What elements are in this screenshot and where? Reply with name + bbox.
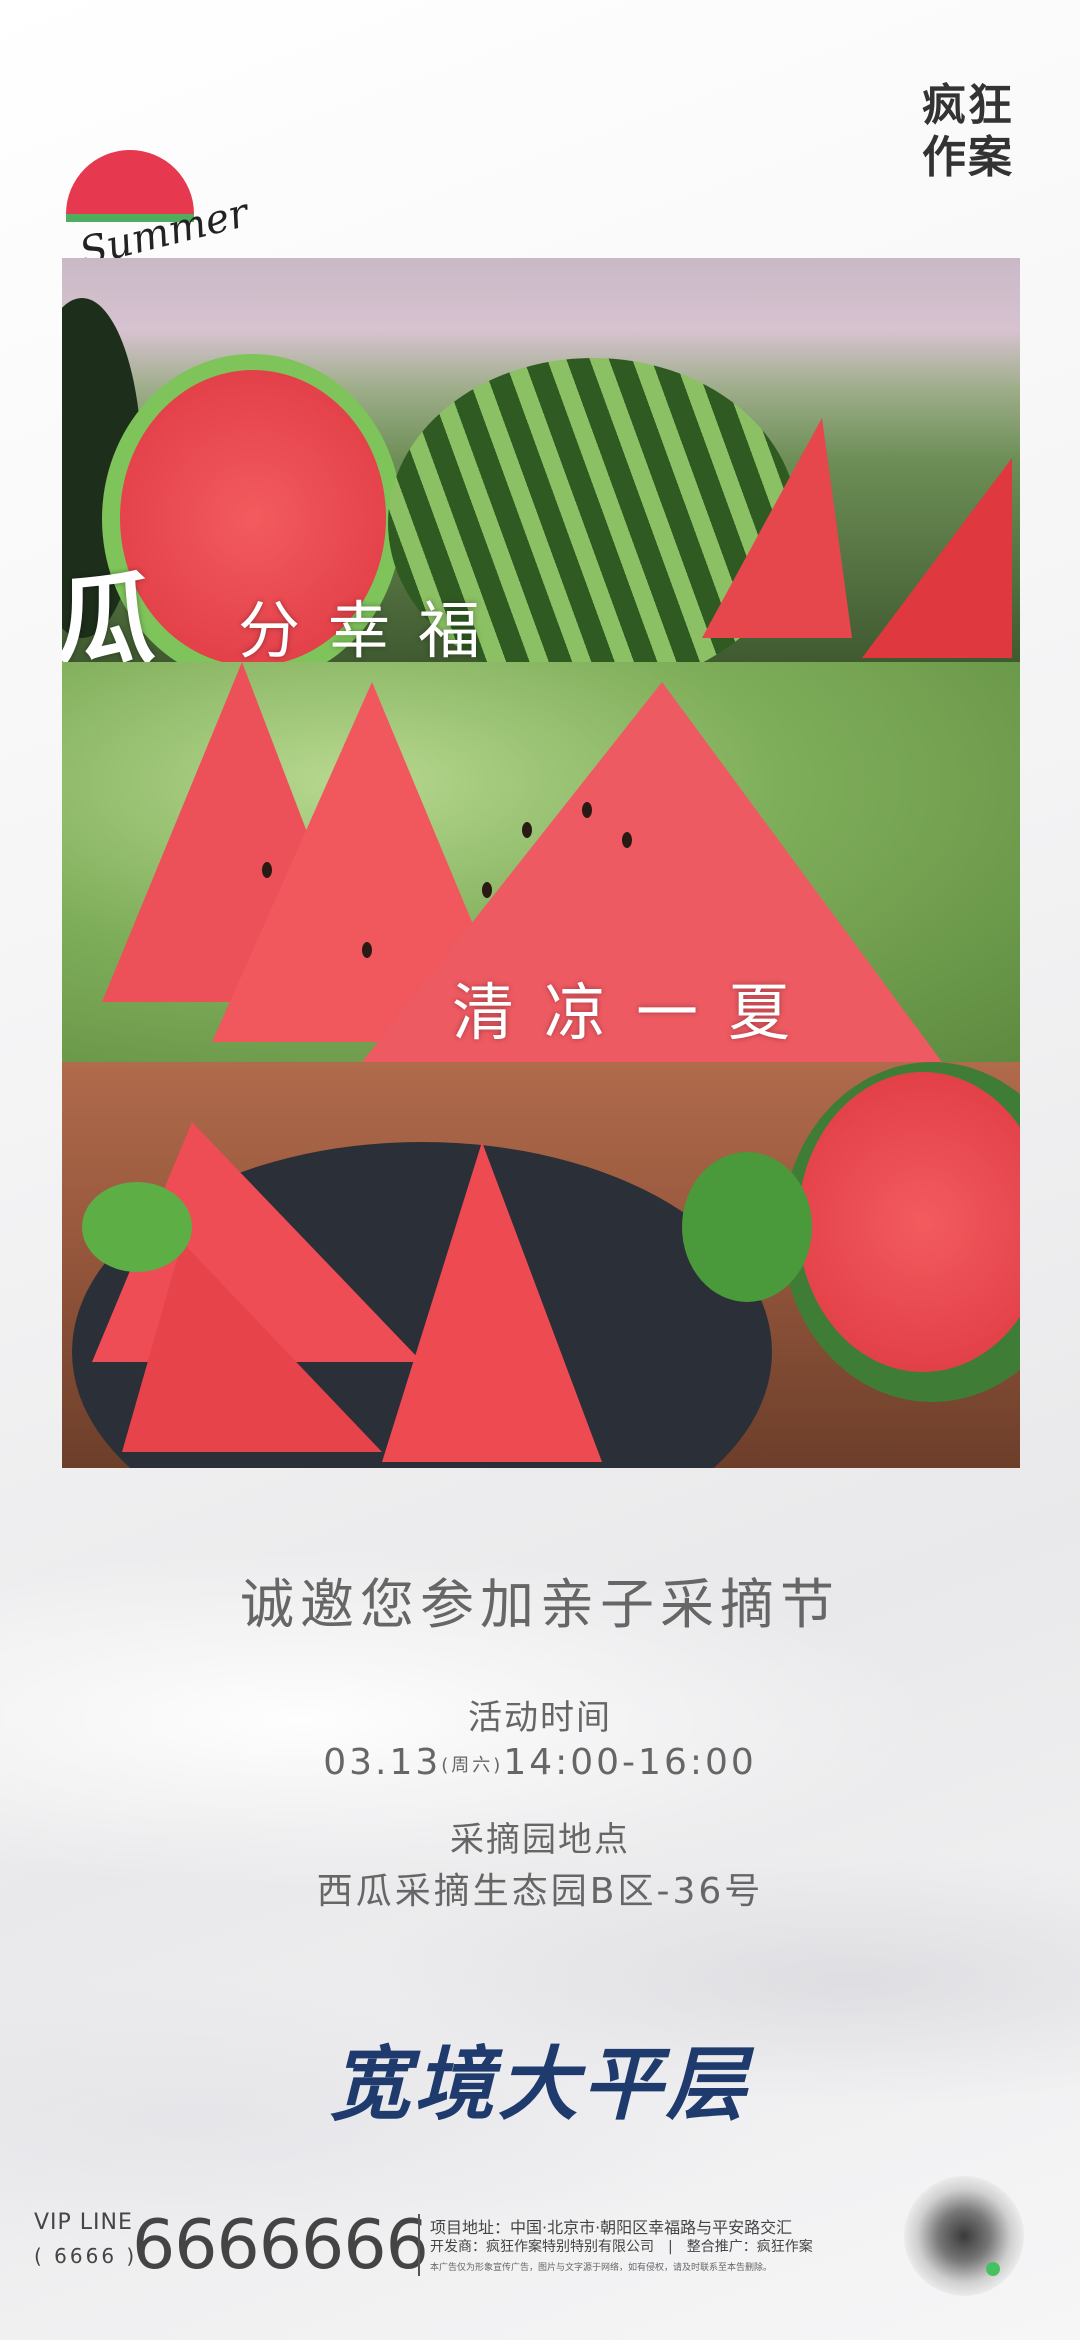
panel2-caption: 清凉一夏 [452, 976, 821, 1049]
melon-slice [862, 458, 1012, 658]
invite-title: 诚邀您参加亲子采摘节 [240, 1573, 840, 1636]
hotline-number[interactable]: 6666666 [132, 2206, 429, 2285]
vip-line-label: VIP LINE [34, 2210, 133, 2235]
qr-code-icon[interactable] [904, 2176, 1024, 2296]
panel1-caption: 分幸福 [238, 594, 509, 662]
project-logo: 宽境大平层 [330, 2037, 750, 2131]
seed [622, 832, 632, 848]
seed [482, 882, 492, 898]
seed [262, 862, 272, 878]
photo-panel-whole-melons: 瓜 分幸福 [62, 258, 1020, 662]
disclaimer: 本广告仅为形象宣传广告，图片与文字源于网络，如有侵权，请及时联系至本告删除。 [430, 2263, 773, 2273]
footer-divider [418, 2214, 420, 2276]
mint-leaf [682, 1152, 812, 1302]
seed [582, 802, 592, 818]
melon-chunk [382, 1142, 602, 1462]
event-date: 03.13 [323, 1742, 442, 1783]
photo-panel-slices: 清凉一夏 [62, 662, 1020, 1062]
panel1-big-char: 瓜 [62, 561, 156, 662]
brand-logo: 疯狂作案 [922, 80, 1014, 183]
time-label: 活动时间 [468, 1698, 612, 1738]
seed [522, 822, 532, 838]
qr-badge-dot [986, 2262, 1000, 2276]
mint-leaf [82, 1182, 192, 1272]
developer-info: 开发商：疯狂作案特别特别有限公司 | 整合推广：疯狂作案 [430, 2239, 813, 2255]
seed [362, 942, 372, 958]
melon-slice [702, 418, 852, 638]
photo-panel-bowl [62, 1062, 1020, 1468]
event-datetime: 03.13(周六)14:00-16:00 [0, 1742, 1080, 1783]
project-address: 项目地址：中国·北京市·朝阳区幸福路与平安路交汇 [430, 2218, 793, 2237]
place-label: 采摘园地点 [450, 1820, 630, 1860]
event-weekday: (周六) [441, 1755, 504, 1776]
vip-extension: ( 6666 ) [34, 2244, 138, 2268]
event-time: 14:00-16:00 [503, 1742, 757, 1783]
melon-chunk [122, 1242, 382, 1452]
event-place: 西瓜采摘生态园B区-36号 [316, 1871, 764, 1912]
